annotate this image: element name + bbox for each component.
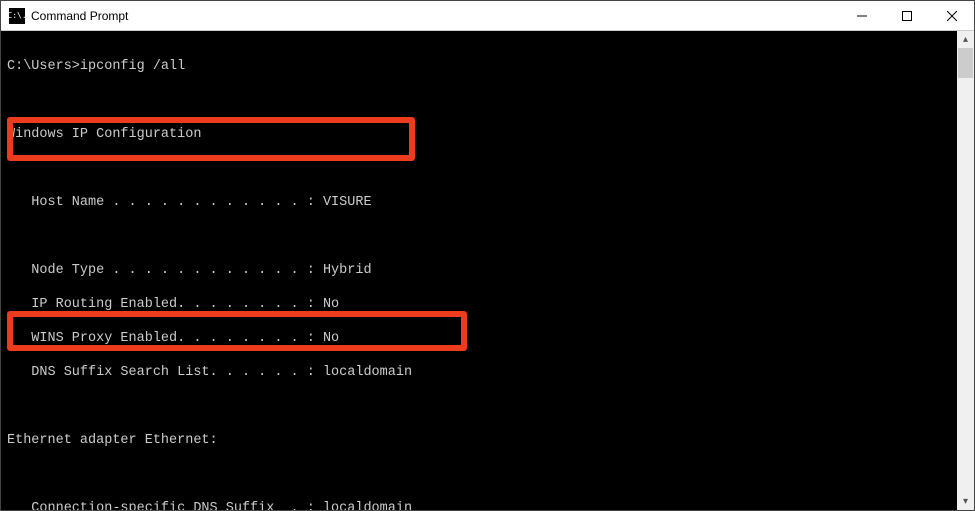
wins-proxy-line: WINS Proxy Enabled. . . . . . . . : No [7,330,951,347]
window-controls [839,1,974,30]
blank-line [7,92,951,109]
console-area: C:\Users>ipconfig /all Windows IP Config… [1,31,974,510]
window-title: Command Prompt [31,9,839,23]
blank-line [7,160,951,177]
section-heading: Ethernet adapter Ethernet: [7,432,951,449]
cmd-icon: C:\. [9,8,25,24]
titlebar: C:\. Command Prompt [1,1,974,31]
vertical-scrollbar[interactable]: ▴ ▾ [957,31,974,510]
conn-dns-line: Connection-specific DNS Suffix . : local… [7,500,951,510]
blank-line [7,398,951,415]
maximize-button[interactable] [884,1,929,30]
close-button[interactable] [929,1,974,30]
blank-line [7,466,951,483]
node-type-line: Node Type . . . . . . . . . . . . : Hybr… [7,262,951,279]
prompt-line: C:\Users>ipconfig /all [7,58,951,75]
host-name-line: Host Name . . . . . . . . . . . . : VISU… [7,194,951,211]
obscured-line [7,228,951,245]
dns-suffix-line: DNS Suffix Search List. . . . . . : loca… [7,364,951,381]
scrollbar-thumb[interactable] [958,48,973,78]
scroll-up-arrow-icon[interactable]: ▴ [957,31,974,48]
ip-routing-line: IP Routing Enabled. . . . . . . . : No [7,296,951,313]
section-heading: Windows IP Configuration [7,126,951,143]
scroll-down-arrow-icon[interactable]: ▾ [957,493,974,510]
minimize-button[interactable] [839,1,884,30]
console-output[interactable]: C:\Users>ipconfig /all Windows IP Config… [1,31,957,510]
